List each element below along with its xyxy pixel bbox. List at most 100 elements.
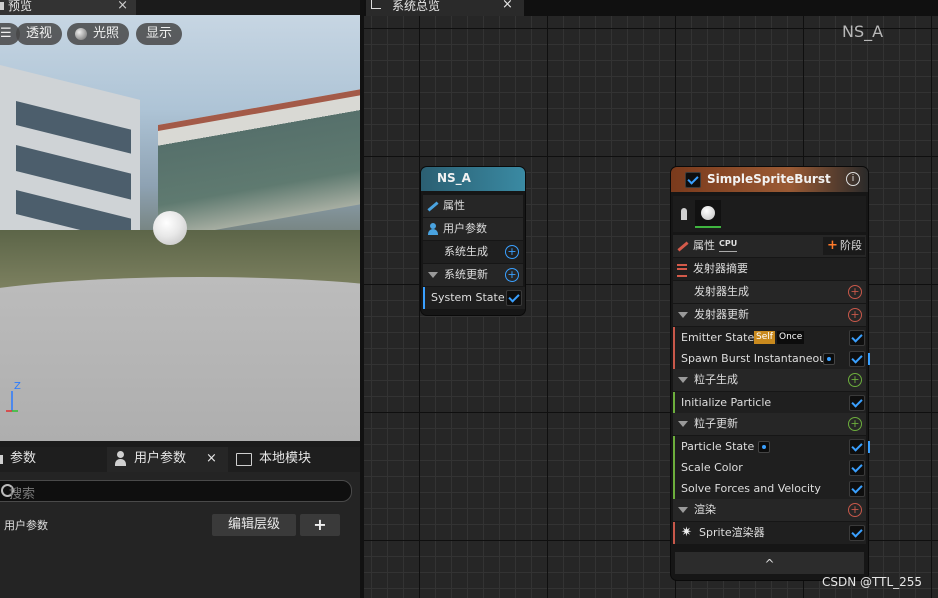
emitter-state-checkbox[interactable] — [849, 330, 865, 346]
perspective-button[interactable]: 透视 — [16, 23, 63, 45]
emitter-update-row[interactable]: 发射器更新 + — [673, 304, 866, 326]
emitter-thumbnail-bar — [673, 196, 866, 232]
emitter-properties-row[interactable]: 属性 CPU + 阶段 — [673, 235, 866, 257]
preview-viewport[interactable]: ☰ 透视 光照 显示 Z — [0, 15, 360, 441]
tab-user-params[interactable]: 用户参数 × — [107, 447, 228, 472]
edit-hierarchy-button[interactable]: 编辑层级 — [212, 514, 296, 536]
perspective-label: 透视 — [26, 26, 53, 41]
emitter-state-module[interactable]: Emitter State Self Once — [673, 327, 866, 349]
add-emitter-spawn-icon[interactable]: + — [848, 285, 862, 299]
scale-color-checkbox[interactable] — [849, 460, 865, 476]
collapse-chevron-icon[interactable] — [678, 421, 688, 427]
spawn-burst-checkbox[interactable] — [849, 351, 865, 367]
add-particle-spawn-icon[interactable]: + — [848, 373, 862, 387]
initialize-particle-label: Initialize Particle — [681, 396, 772, 409]
tab-user-params-label: 用户参数 — [134, 451, 187, 466]
initialize-particle-module[interactable]: Initialize Particle — [673, 392, 866, 414]
preview-tab-label: 预览 — [8, 0, 33, 13]
show-label: 显示 — [146, 26, 173, 41]
params-search-input[interactable]: 搜索 — [0, 480, 352, 502]
tab-user-params-close-icon[interactable]: × — [206, 447, 217, 471]
lighting-button[interactable]: 光照 — [67, 23, 130, 45]
emitter-enabled-checkbox[interactable] — [685, 172, 701, 188]
sprite-renderer-module[interactable]: ✷ Sprite渲染器 — [673, 522, 866, 544]
collapse-chevron-icon[interactable] — [678, 312, 688, 318]
collapse-node-button[interactable]: ^ — [675, 552, 864, 574]
add-system-update-icon[interactable]: + — [505, 268, 519, 282]
add-renderer-icon[interactable]: + — [848, 503, 862, 517]
system-spawn-row[interactable]: 系统生成 + — [423, 241, 523, 263]
viewport-tab-icon — [0, 2, 4, 10]
emitter-state-label: Emitter State — [681, 331, 755, 344]
scale-color-label: Scale Color — [681, 461, 743, 474]
tab-local-modules-label: 本地模块 — [259, 451, 312, 466]
spawn-burst-module[interactable]: Spawn Burst Instantaneous — [673, 348, 870, 370]
lighting-icon — [75, 28, 87, 40]
particle-update-label: 粒子更新 — [694, 417, 738, 430]
particle-state-checkbox[interactable] — [849, 439, 865, 455]
params-tabs-bar: 参数 用户参数 × 本地模块 — [0, 447, 360, 472]
pencil-icon — [427, 201, 439, 212]
initialize-particle-checkbox[interactable] — [849, 395, 865, 411]
system-node-header[interactable]: NS_A — [421, 167, 525, 191]
info-icon[interactable]: i — [846, 172, 860, 186]
particle-update-row[interactable]: 粒子更新 + — [673, 413, 866, 435]
system-properties-row[interactable]: 属性 — [423, 195, 523, 217]
preview-sphere — [153, 211, 187, 245]
system-user-params-row[interactable]: 用户参数 — [423, 218, 523, 240]
collapse-chevron-icon[interactable] — [678, 507, 688, 513]
particle-spawn-row[interactable]: 粒子生成 + — [673, 369, 866, 391]
system-update-row[interactable]: 系统更新 + — [423, 264, 523, 286]
emitter-summary-label: 发射器摘要 — [693, 262, 748, 275]
user-icon — [428, 223, 438, 235]
ground-floor — [0, 277, 360, 441]
render-row[interactable]: 渲染 + — [673, 499, 866, 521]
emitter-spawn-label: 发射器生成 — [694, 285, 749, 298]
system-node[interactable]: NS_A 属性 用户参数 系统生成 + 系统更新 + System State — [421, 167, 525, 315]
system-state-label: System State — [431, 291, 505, 304]
chevron-up-icon: ^ — [764, 557, 775, 571]
system-state-module[interactable]: System State — [423, 287, 525, 309]
emitter-node-header[interactable]: SimpleSpriteBurst i — [671, 167, 868, 192]
system-state-checkbox[interactable] — [506, 290, 522, 306]
emitter-preview-thumbnail[interactable] — [695, 200, 721, 228]
pencil-icon — [677, 241, 689, 252]
emitter-node[interactable]: SimpleSpriteBurst i 属性 CPU + 阶段 发射器摘要 发射… — [671, 167, 870, 580]
emitter-summary-row[interactable]: 发射器摘要 — [673, 258, 866, 280]
lighting-label: 光照 — [93, 26, 120, 41]
solve-forces-checkbox[interactable] — [849, 481, 865, 497]
local-modules-icon — [236, 453, 252, 466]
scale-color-module[interactable]: Scale Color — [673, 457, 866, 479]
overview-tab-icon — [371, 0, 381, 9]
system-overview-close-icon[interactable]: × — [502, 0, 513, 11]
sprite-renderer-label: Sprite渲染器 — [699, 526, 765, 539]
list-icon-mid — [677, 268, 687, 270]
preview-tab[interactable]: 预览 × — [0, 0, 136, 15]
add-stage-button[interactable]: + 阶段 — [823, 237, 865, 255]
add-system-spawn-icon[interactable]: + — [505, 245, 519, 259]
add-user-param-button[interactable]: + — [300, 514, 340, 536]
preview-close-icon[interactable]: × — [117, 0, 128, 12]
system-user-params-label: 用户参数 — [443, 222, 487, 235]
add-particle-update-icon[interactable]: + — [848, 417, 862, 431]
tab-params[interactable]: 参数 — [0, 447, 105, 472]
sprite-renderer-checkbox[interactable] — [849, 525, 865, 541]
system-node-title: NS_A — [437, 171, 471, 185]
params-tab-icon — [0, 455, 3, 464]
tab-local-modules[interactable]: 本地模块 — [234, 447, 354, 472]
system-overview-tab-label: 系统总览 — [392, 0, 441, 13]
user-params-category-label: 用户参数 — [4, 519, 48, 532]
parameter-dot-icon — [758, 441, 770, 453]
add-emitter-update-icon[interactable]: + — [848, 308, 862, 322]
collapse-chevron-icon[interactable] — [678, 377, 688, 383]
list-icon — [677, 264, 687, 277]
show-button[interactable]: 显示 — [136, 23, 183, 45]
solve-forces-label: Solve Forces and Velocity — [681, 482, 821, 495]
collapse-chevron-icon[interactable] — [428, 272, 438, 278]
info-glyph: i — [851, 174, 855, 184]
emitter-spawn-row[interactable]: 发射器生成 + — [673, 281, 866, 303]
emitter-figure-icon — [681, 208, 687, 220]
solve-forces-module[interactable]: Solve Forces and Velocity — [673, 478, 866, 500]
particle-state-module[interactable]: Particle State — [673, 436, 870, 458]
system-overview-tab[interactable]: 系统总览 × — [366, 0, 524, 16]
